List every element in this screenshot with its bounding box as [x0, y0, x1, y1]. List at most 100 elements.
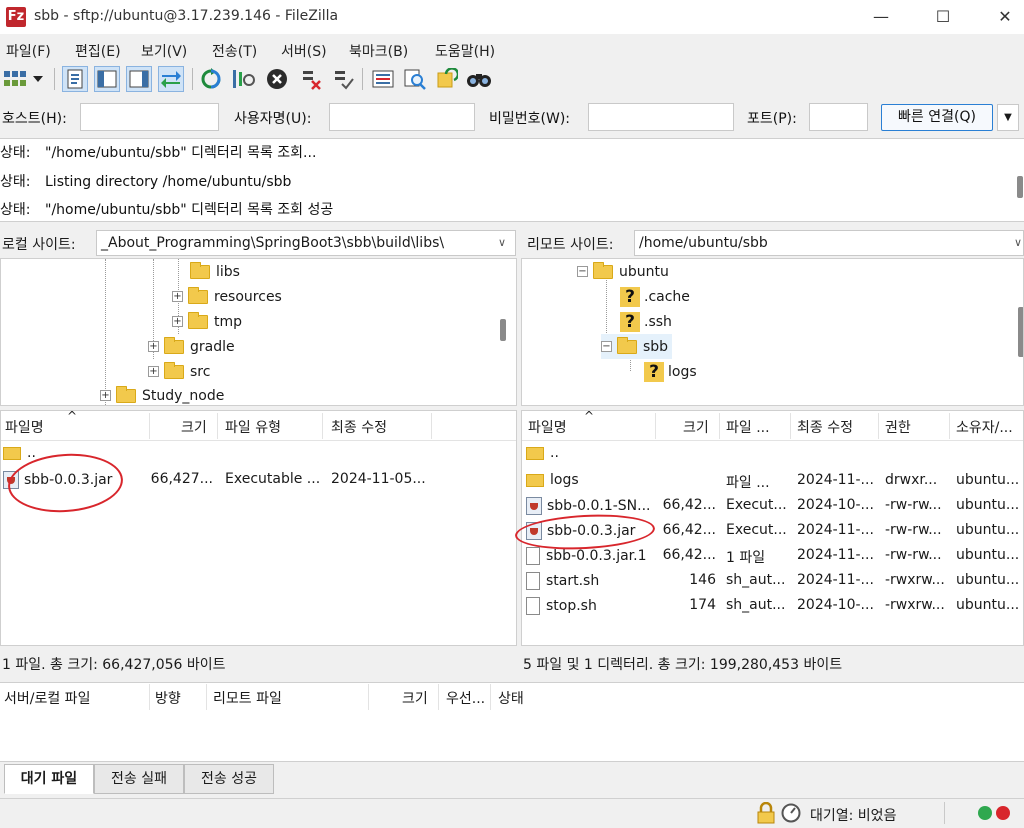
tree-item-sbb[interactable]: − sbb — [601, 334, 673, 359]
tree-item-cache[interactable]: ? .cache — [620, 284, 690, 309]
file-type: sh_aut... — [726, 597, 786, 613]
cancel-operation-icon[interactable] — [264, 66, 290, 92]
column-size[interactable]: 크기 — [181, 417, 207, 437]
file-permissions: -rwxrw... — [885, 597, 945, 613]
toggle-transfer-queue-icon[interactable] — [158, 66, 184, 92]
tree-item-study-node[interactable]: + Study_node — [100, 383, 224, 405]
file-owner: ubuntu... — [956, 572, 1020, 588]
sort-ascending-icon: ^ — [584, 410, 595, 423]
folder-icon — [188, 311, 208, 329]
search-files-icon[interactable] — [466, 66, 492, 92]
collapse-icon[interactable]: − — [601, 341, 612, 352]
file-type: Execut... — [726, 522, 787, 538]
column-queue-size[interactable]: 크기 — [402, 688, 428, 708]
tree-item-ssh[interactable]: ? .ssh — [620, 309, 672, 334]
toggle-remote-tree-icon[interactable] — [126, 66, 152, 92]
toggle-message-log-icon[interactable] — [62, 66, 88, 92]
remote-path-input[interactable]: /home/ubuntu/sbb — [634, 230, 1024, 256]
menu-file[interactable]: 파일(F) — [6, 41, 51, 61]
local-tree-scrollbar-thumb[interactable] — [500, 319, 506, 341]
tree-item-tmp[interactable]: + tmp — [172, 309, 242, 334]
column-remote-file[interactable]: 리모트 파일 — [213, 688, 282, 708]
log-line: 상태: Listing directory /home/ubuntu/sbb — [0, 174, 292, 190]
site-manager-icon[interactable] — [2, 66, 28, 92]
column-owner[interactable]: 소유자/... — [956, 417, 1013, 437]
tab-queued-files[interactable]: 대기 파일 — [4, 764, 94, 794]
process-queue-icon[interactable] — [230, 66, 256, 92]
menu-server[interactable]: 서버(S) — [281, 41, 327, 61]
quickconnect-history-dropdown[interactable]: ▼ — [997, 104, 1019, 131]
expand-icon[interactable]: + — [172, 291, 183, 302]
column-filetype[interactable]: 파일 ... — [726, 417, 770, 437]
menu-edit[interactable]: 편집(E) — [75, 41, 121, 61]
menu-view[interactable]: 보기(V) — [141, 41, 187, 61]
synchronized-browsing-icon[interactable] — [434, 66, 460, 92]
column-queue-status[interactable]: 상태 — [498, 688, 524, 708]
quickconnect-button[interactable]: 빠른 연결(Q) — [881, 104, 993, 131]
file-icon — [526, 572, 540, 590]
toggle-local-tree-icon[interactable] — [94, 66, 120, 92]
column-filename[interactable]: 파일명 — [528, 417, 567, 437]
local-directory-tree[interactable]: libs + resources + tmp + gradle + src + Study… — [0, 258, 517, 406]
tree-item-src[interactable]: + src — [148, 359, 210, 384]
local-file-list[interactable]: 파일명 ^ 크기 파일 유형 최종 수정 .. sbb-0.0.3.jar 66… — [0, 410, 517, 646]
column-priority[interactable]: 우선... — [446, 688, 485, 708]
maximize-button[interactable]: ☐ — [920, 0, 966, 34]
file-modified: 2024-11-... — [797, 572, 874, 588]
minimize-button[interactable]: — — [858, 0, 904, 34]
folder-icon — [593, 261, 613, 279]
expand-icon[interactable]: + — [172, 316, 183, 327]
remote-path-dropdown-icon[interactable]: ∨ — [1014, 236, 1022, 249]
file-size: 66,427... — [150, 471, 213, 487]
directory-listing-filters-icon[interactable] — [370, 66, 396, 92]
folder-icon — [190, 261, 210, 279]
username-input[interactable] — [329, 103, 475, 131]
tree-item-ubuntu[interactable]: − ubuntu — [577, 259, 669, 284]
remote-tree-scrollbar-thumb[interactable] — [1018, 307, 1023, 357]
expand-icon[interactable]: + — [100, 390, 111, 401]
file-size: 174 — [689, 597, 716, 613]
host-input[interactable] — [80, 103, 219, 131]
close-button[interactable]: ✕ — [982, 0, 1024, 34]
compare-directories-icon[interactable] — [402, 66, 428, 92]
speed-limit-icon[interactable] — [781, 803, 801, 827]
password-input[interactable] — [588, 103, 734, 131]
column-last-modified[interactable]: 최종 수정 — [797, 417, 853, 437]
file-permissions: -rw-rw... — [885, 497, 942, 513]
column-server-local-file[interactable]: 서버/로컬 파일 — [4, 688, 90, 708]
remote-directory-tree[interactable]: − ubuntu ? .cache ? .ssh − sbb ? logs — [521, 258, 1024, 406]
tree-item-resources[interactable]: + resources — [172, 284, 282, 309]
menu-help[interactable]: 도움말(H) — [435, 41, 495, 61]
expand-icon[interactable]: + — [148, 341, 159, 352]
transfer-queue-list[interactable] — [0, 712, 1024, 762]
file-row[interactable]: start.sh 146 sh_aut... 2024-11-... -rwxr… — [522, 568, 1023, 593]
tree-item-logs[interactable]: ? logs — [644, 359, 697, 384]
local-path-input[interactable]: _About_Programming\SpringBoot3\sbb\build… — [96, 230, 516, 256]
file-row[interactable]: stop.sh 174 sh_aut... 2024-10-... -rwxrw… — [522, 593, 1023, 618]
file-row[interactable]: logs 파일 ... 2024-11-... drwxr... ubuntu.… — [522, 468, 1023, 493]
refresh-icon[interactable] — [198, 66, 224, 92]
file-modified: 2024-11-... — [797, 547, 874, 563]
site-manager-dropdown-icon[interactable] — [30, 66, 46, 92]
reconnect-icon[interactable] — [330, 66, 356, 92]
menu-bookmarks[interactable]: 북마크(B) — [349, 41, 408, 61]
column-filename[interactable]: 파일명 — [5, 417, 44, 437]
expand-icon[interactable]: + — [148, 366, 159, 377]
collapse-icon[interactable]: − — [577, 266, 588, 277]
tree-item-libs[interactable]: libs — [190, 259, 240, 284]
column-direction[interactable]: 방향 — [155, 688, 181, 708]
column-size[interactable]: 크기 — [683, 417, 709, 437]
port-input[interactable] — [809, 103, 868, 131]
column-filetype[interactable]: 파일 유형 — [225, 417, 281, 437]
column-permissions[interactable]: 권한 — [885, 417, 911, 437]
menu-transfer[interactable]: 전송(T) — [212, 41, 257, 61]
log-scrollbar-thumb[interactable] — [1017, 176, 1023, 198]
tree-item-gradle[interactable]: + gradle — [148, 334, 235, 359]
tab-failed-transfers[interactable]: 전송 실패 — [94, 764, 184, 794]
tab-successful-transfers[interactable]: 전송 성공 — [184, 764, 274, 794]
disconnect-icon[interactable] — [298, 66, 324, 92]
menu-bar: 파일(F) 편집(E) 보기(V) 전송(T) 서버(S) 북마크(B) 도움말… — [0, 38, 1024, 62]
local-path-dropdown-icon[interactable]: ∨ — [498, 236, 506, 249]
column-last-modified[interactable]: 최종 수정 — [331, 417, 387, 437]
file-row-parent[interactable]: .. — [522, 443, 1023, 468]
